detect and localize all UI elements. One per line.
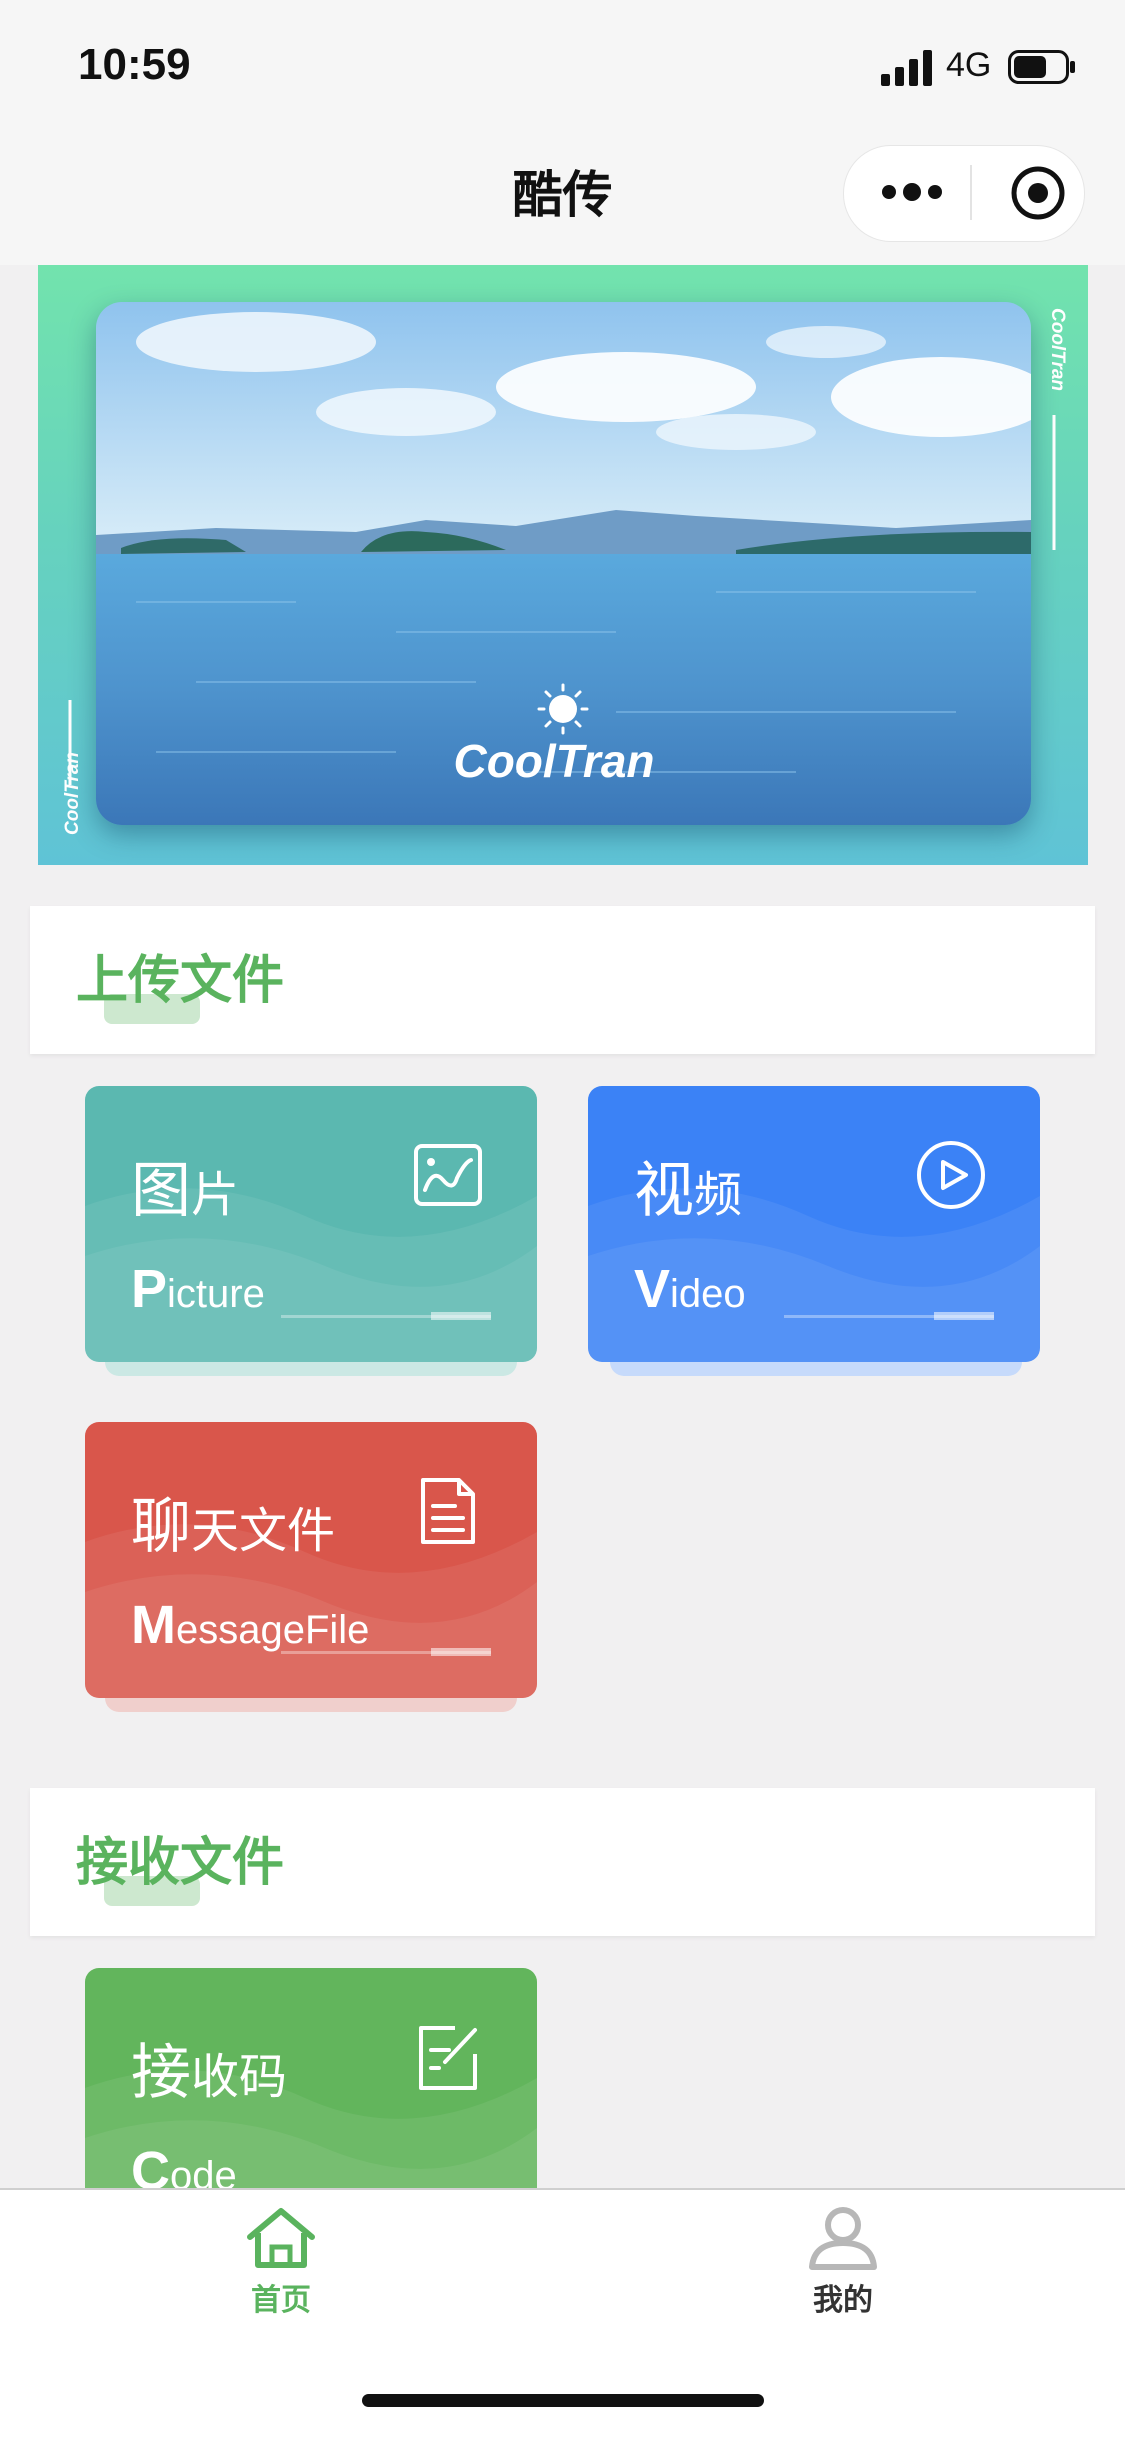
play-circle-icon — [917, 1141, 985, 1209]
receive-section-header: 接收文件 — [30, 1788, 1095, 1936]
upload-section-header: 上传文件 — [30, 906, 1095, 1054]
capsule-divider — [970, 165, 972, 220]
picture-card-zh-title: 图片 — [131, 1156, 240, 1226]
card-underline-accent — [934, 1312, 994, 1320]
video-card-zh-title: 视频 — [634, 1156, 743, 1226]
picture-card-en-title: Picture — [131, 1259, 265, 1319]
status-bar: 10:59 4G — [0, 0, 1125, 135]
banner-side-text-right: CoolTran — [1047, 308, 1068, 550]
network-type: 4G — [946, 46, 992, 84]
tab-home[interactable]: 首页 — [181, 2205, 381, 2319]
video-card[interactable]: 视频 Video — [588, 1086, 1040, 1362]
upload-section-title: 上传文件 — [76, 951, 285, 1011]
status-time: 10:59 — [78, 40, 191, 89]
code-card-zh-title: 接收码 — [131, 2038, 288, 2108]
close-target-icon[interactable] — [1010, 165, 1066, 221]
banner-side-text-left: CoolTran — [62, 700, 83, 835]
lake-landscape-image: CoolTran — [96, 302, 1031, 825]
edit-icon — [419, 2026, 477, 2090]
cellular-signal-icon — [881, 50, 932, 86]
messagefile-card-zh-title: 聊天文件 — [131, 1492, 336, 1562]
battery-icon — [1008, 50, 1075, 84]
document-icon — [421, 1478, 475, 1544]
receive-section-title: 接收文件 — [76, 1833, 285, 1893]
banner-photo: CoolTran — [96, 302, 1031, 825]
card-underline-accent — [431, 1648, 491, 1656]
user-icon — [809, 2207, 877, 2270]
more-options-icon[interactable] — [880, 174, 944, 210]
card-underline-accent — [431, 1312, 491, 1320]
tab-mine-label: 我的 — [813, 2283, 873, 2318]
messagefile-card-en-title: MessageFile — [131, 1595, 370, 1655]
home-indicator[interactable] — [362, 2394, 764, 2407]
tab-home-label: 首页 — [251, 2283, 311, 2318]
video-card-en-title: Video — [634, 1259, 746, 1319]
messagefile-card[interactable]: 聊天文件 MessageFile — [85, 1422, 537, 1698]
picture-card[interactable]: 图片 Picture — [85, 1086, 537, 1362]
tab-mine[interactable]: 我的 — [743, 2205, 943, 2319]
banner-side-label-left: CoolTran — [62, 752, 83, 835]
home-icon — [247, 2208, 315, 2268]
banner-side-label-right: CoolTran — [1047, 308, 1068, 391]
banner-brand: CoolTran — [453, 735, 654, 787]
image-icon — [414, 1144, 482, 1206]
